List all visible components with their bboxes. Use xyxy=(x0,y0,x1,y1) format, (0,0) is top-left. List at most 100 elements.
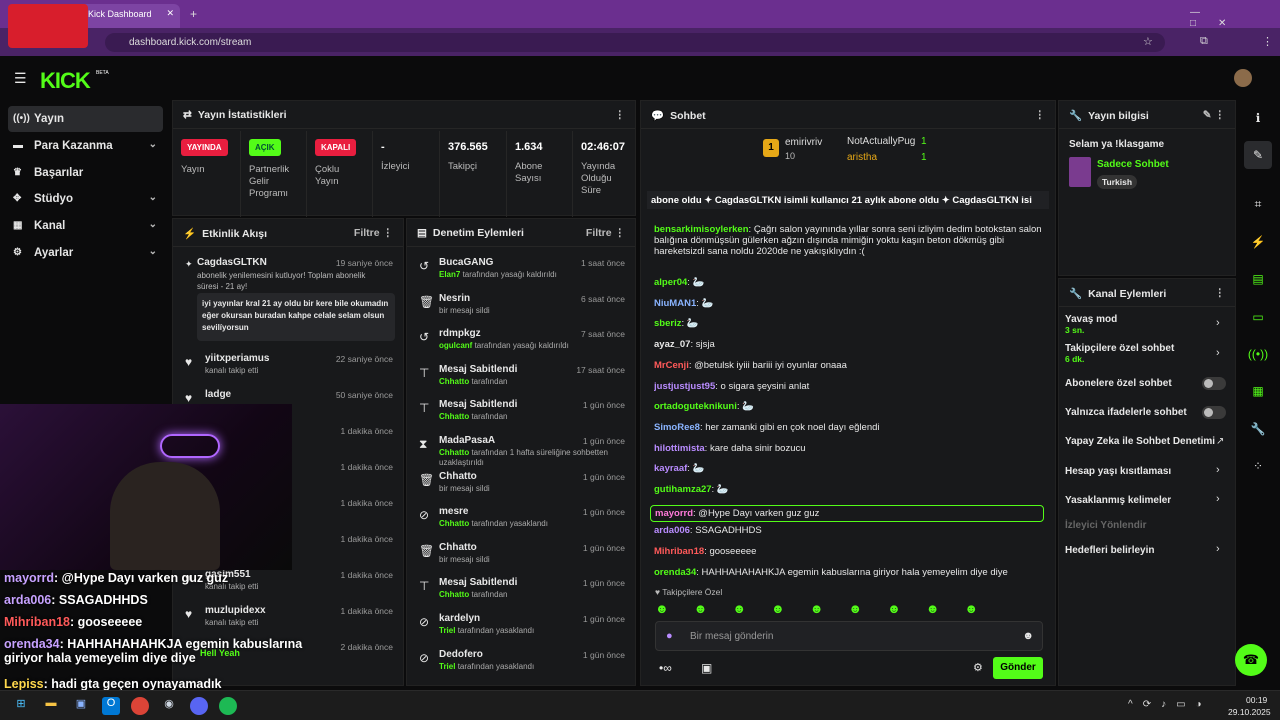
action-slow-mode[interactable]: Yavaş mod 3 sn. xyxy=(1065,314,1117,335)
add-widget-icon[interactable]: ⁘ xyxy=(1244,452,1272,480)
windows-start-icon[interactable]: ⊞ xyxy=(12,697,30,715)
mic-icon[interactable]: ● xyxy=(666,630,673,642)
sidebar-item-basarilar[interactable]: ♛ Başarılar xyxy=(8,160,163,186)
emoji-icon[interactable]: ☻ xyxy=(1022,630,1034,642)
trash-icon: 🗑 xyxy=(419,294,435,309)
chat-username[interactable]: gutihamza27 xyxy=(654,484,712,495)
action-account-age[interactable]: Hesap yaşı kısıtlaması xyxy=(1065,466,1171,477)
hourglass-icon: ⧗ xyxy=(419,437,428,451)
crop-icon[interactable]: ⌗ xyxy=(1244,190,1272,218)
chat-input[interactable]: ● Bir mesaj gönderin ☻ xyxy=(655,621,1043,651)
chat-username[interactable]: ayaz_07 xyxy=(654,339,690,350)
more-icon[interactable]: ⋮ xyxy=(1215,287,1226,299)
window-controls[interactable]: —□✕ xyxy=(1190,7,1280,29)
rank-badge: 1 xyxy=(763,139,779,157)
browser-tab[interactable]: Kick Dashboard ✕ xyxy=(80,4,180,28)
more-icon[interactable]: ⋮ xyxy=(615,109,626,121)
chat-username[interactable]: Mihriban18 xyxy=(654,546,704,557)
chat-username[interactable]: kayraaf xyxy=(654,463,687,474)
close-icon[interactable]: ✕ xyxy=(166,8,174,19)
new-tab-icon[interactable]: + xyxy=(190,7,197,21)
wrench-icon[interactable]: 🔧 xyxy=(1244,415,1272,443)
extension-icon[interactable]: ⧉ xyxy=(1200,35,1208,48)
sidebar-item-studyo[interactable]: ✥ Stüdyo ⌄ xyxy=(8,186,163,212)
chevron-down-icon: ⌄ xyxy=(148,246,157,257)
external-link-icon[interactable]: ↗ xyxy=(1216,436,1224,447)
toggle-subscribers-only[interactable] xyxy=(1202,377,1226,390)
trash-icon: 🗑 xyxy=(419,472,435,487)
category-label[interactable]: Sadece Sohbet xyxy=(1097,159,1169,170)
store-icon[interactable]: ▣ xyxy=(701,661,712,675)
chat-username[interactable]: hilottimista xyxy=(654,443,705,454)
sidebar-item-ayarlar[interactable]: ⚙ Ayarlar ⌄ xyxy=(8,240,163,266)
steam-icon[interactable]: ◉ xyxy=(160,697,178,715)
filter-button[interactable]: Filtre ⋮ xyxy=(586,227,625,239)
url-field[interactable]: dashboard.kick.com/stream xyxy=(105,33,1165,52)
moderation-panel: ▤ Denetim Eylemleri Filtre ⋮ ↺ BucaGANG 1 … xyxy=(406,218,636,686)
chat-username[interactable]: orenda34 xyxy=(654,567,696,578)
chat-text: 🦢 xyxy=(701,297,714,309)
chat-username[interactable]: alper04 xyxy=(654,277,687,288)
chat-message: arda006: SSAGADHHDS xyxy=(654,525,762,537)
action-subscribers-only[interactable]: Abonelere özel sohbet xyxy=(1065,378,1172,389)
layout-icon[interactable]: ▦ xyxy=(1244,377,1272,405)
tag-badge[interactable]: Turkish xyxy=(1097,175,1138,189)
kick-logo[interactable]: KICK xyxy=(40,68,91,94)
chat-username[interactable]: arda006 xyxy=(654,525,690,536)
more-icon[interactable]: ⋮ xyxy=(1035,109,1046,121)
stream-info-panel: 🔧 Yayın bilgisi ✎ ⋮ Selam ya !klasgame Sad… xyxy=(1058,100,1236,276)
chevron-right-icon[interactable]: › xyxy=(1216,347,1220,359)
folder-icon[interactable]: ▬ xyxy=(42,697,60,715)
discord-icon[interactable] xyxy=(190,697,208,715)
sidebar-item-yayin[interactable]: ((•)) Yayın xyxy=(8,106,163,132)
send-button[interactable]: Gönder xyxy=(993,657,1043,679)
chevron-right-icon[interactable]: › xyxy=(1216,464,1220,476)
stat-sure: 02:46:07 Yayında Olduğu Süre xyxy=(581,141,626,196)
chat-username[interactable]: NiuMAN1 xyxy=(654,298,696,309)
edit-icon[interactable]: ✎ ⋮ xyxy=(1203,109,1225,121)
toggle-emote-only[interactable] xyxy=(1202,406,1226,419)
doc-icon[interactable]: ▤ xyxy=(1244,265,1272,293)
sidebar-item-para-kazanma[interactable]: ▬ Para Kazanma ⌄ xyxy=(8,133,163,159)
outlook-icon[interactable]: O xyxy=(102,697,120,715)
chat-username[interactable]: justjustjust95 xyxy=(654,381,715,392)
chevron-right-icon[interactable]: › xyxy=(1216,317,1220,329)
chat-text: @Hype Dayı varken guz guz xyxy=(698,507,820,519)
action-followers-only[interactable]: Takipçilere özel sohbet 6 dk. xyxy=(1065,343,1174,364)
action-banned-words[interactable]: Yasaklanmış kelimeler xyxy=(1065,495,1171,506)
chevron-right-icon[interactable]: › xyxy=(1216,493,1220,505)
app-header: ☰ KICK BETA xyxy=(0,56,1280,100)
chat-username[interactable]: sberiz xyxy=(654,318,681,329)
settings-icon[interactable]: ⚙ xyxy=(973,661,983,674)
chrome-icon[interactable] xyxy=(131,697,149,715)
chat-username[interactable]: bensarkimisoylerken xyxy=(654,224,749,235)
menu-icon[interactable]: ⋮ xyxy=(1262,35,1273,48)
avatar[interactable] xyxy=(1234,69,1252,87)
action-goals[interactable]: Hedefleri belirleyin xyxy=(1065,545,1154,556)
sidebar-item-kanal[interactable]: ▦ Kanal ⌄ xyxy=(8,213,163,239)
action-ai-moderation[interactable]: Yapay Zeka ile Sohbet Denetimi xyxy=(1065,436,1215,447)
chat-username[interactable]: ortadoguteknikuni xyxy=(654,401,737,412)
chat-username[interactable]: MrCenji xyxy=(654,360,689,371)
chat-username[interactable]: mayorrd xyxy=(655,508,693,519)
bolt-icon[interactable]: ⚡ xyxy=(1244,228,1272,256)
broadcast-icon[interactable]: ((•)) xyxy=(1244,340,1272,368)
overlay-chat-line: mayorrd: @Hype Dayı varken guz guz xyxy=(4,571,229,585)
emote-row[interactable]: ☻☻☻☻☻☻☻☻☻ xyxy=(655,601,1045,616)
info-icon[interactable]: ℹ xyxy=(1244,104,1272,132)
chevron-down-icon: ⌄ xyxy=(148,219,157,230)
edit-icon[interactable]: ✎ xyxy=(1244,141,1272,169)
beta-label: BETA xyxy=(96,70,109,76)
chevron-right-icon[interactable]: › xyxy=(1216,543,1220,555)
support-button[interactable]: ☎ xyxy=(1235,644,1267,676)
chat-username[interactable]: SimoRee8 xyxy=(654,422,700,433)
action-emote-only[interactable]: Yalnızca ifadelerle sohbet xyxy=(1065,407,1187,418)
mail-icon[interactable]: ▣ xyxy=(72,697,90,715)
spotify-icon[interactable] xyxy=(219,697,237,715)
tray-icons[interactable]: ^⟳♪▭◑ xyxy=(1128,699,1212,710)
filter-button[interactable]: Filtre ⋮ xyxy=(354,227,393,239)
star-icon[interactable]: ☆ xyxy=(1143,35,1153,48)
hamburger-icon[interactable]: ☰ xyxy=(14,70,27,87)
points-icon[interactable]: •∞ xyxy=(659,661,672,675)
chat-icon[interactable]: ▭ xyxy=(1244,303,1272,331)
